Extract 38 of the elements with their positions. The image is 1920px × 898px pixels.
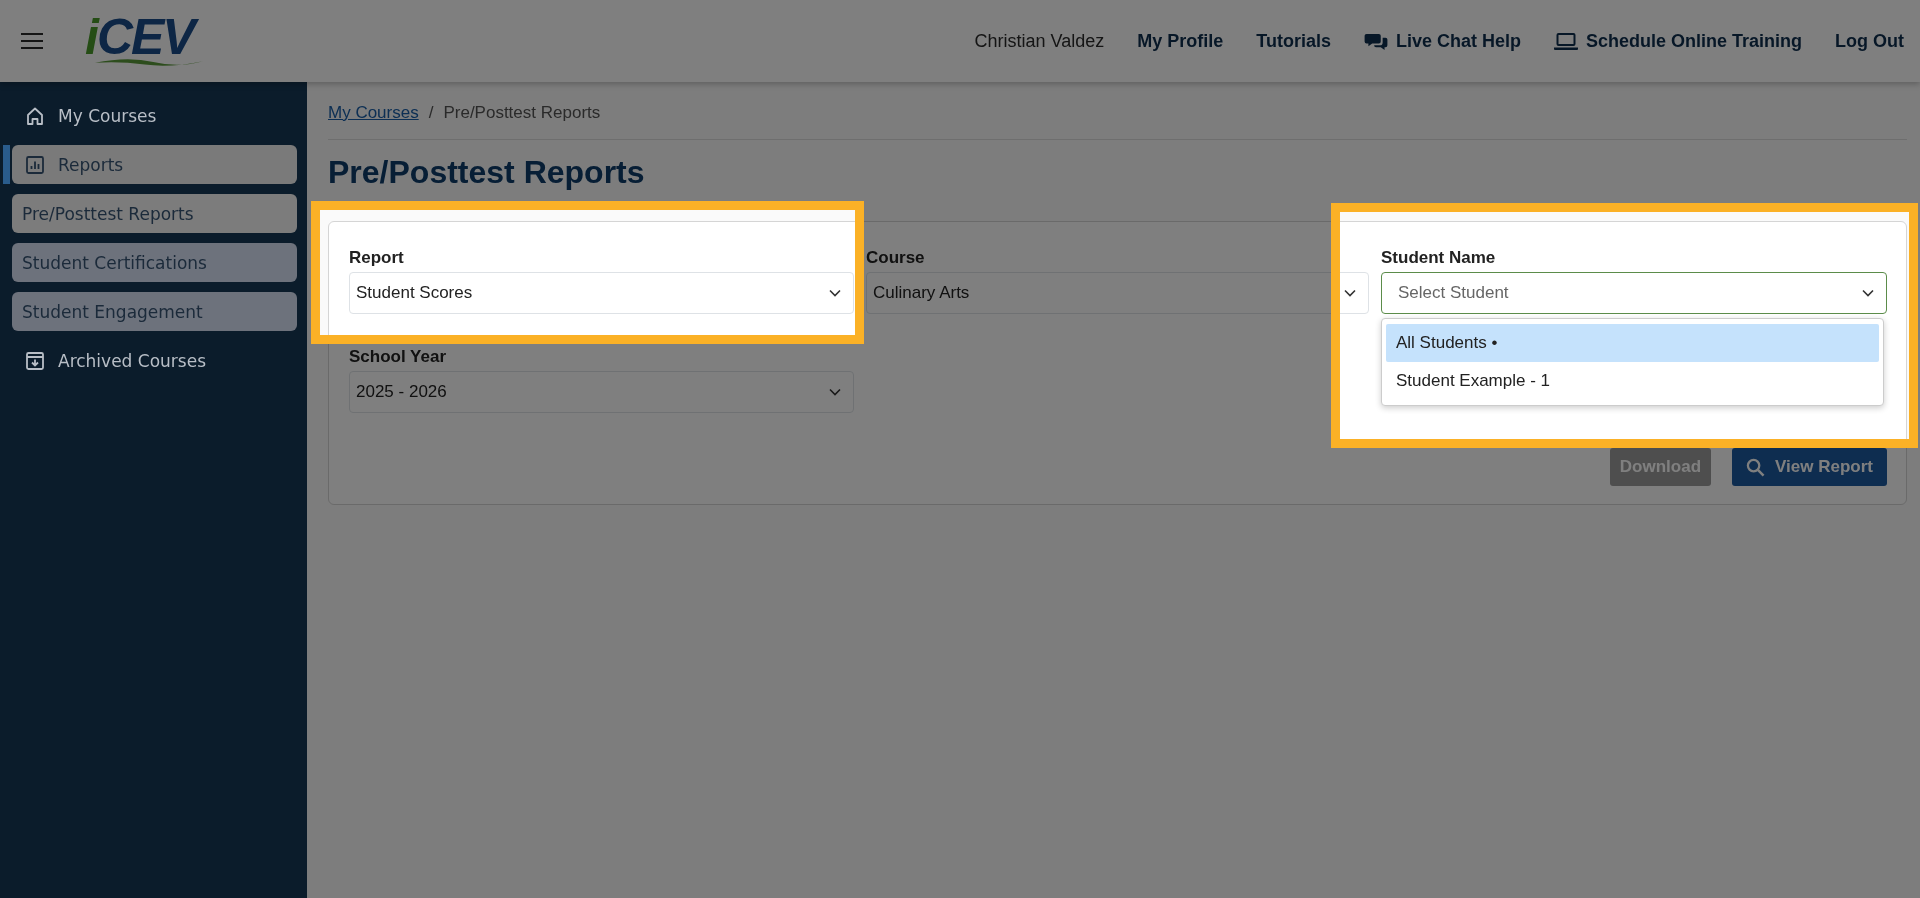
sidebar-subitem[interactable]: Pre/Posttest Reports [12,194,297,233]
nav-link[interactable]: My Profile [1137,30,1224,52]
bar-chart-icon [25,154,45,175]
chat-bubbles-icon [1363,31,1388,51]
nav-link[interactable]: Live Chat Help [1363,30,1521,52]
logo[interactable]: iCEV [85,14,213,68]
dropdown-option[interactable]: All Students • [1386,324,1879,362]
page-title: Pre/Posttest Reports [328,153,646,192]
view-report-button[interactable]: View Report [1732,448,1887,486]
sidebar-item[interactable]: My Courses [12,96,297,135]
sidebar-subitem[interactable]: Student Engagement [12,292,297,331]
chevron-down-icon [829,388,841,396]
breadcrumb-link[interactable]: My Courses [328,102,419,123]
laptop-icon [1553,31,1578,51]
archive-icon [25,350,45,371]
breadcrumb-current: Pre/Posttest Reports [443,102,601,123]
sidebar-subitem[interactable]: Student Certifications [12,243,297,282]
nav-link[interactable]: Log Out [1835,30,1904,52]
field-label: Student Name [1381,248,1497,268]
field-label: Course [866,248,926,268]
user-name: Christian Valdez [974,30,1105,52]
sidebar-item[interactable]: Archived Courses [12,341,297,380]
menu-icon[interactable] [21,33,43,49]
select-field[interactable]: Student Scores [349,272,854,314]
nav-link[interactable]: Schedule Online Training [1553,30,1802,52]
chevron-down-icon [829,289,841,297]
chevron-down-icon [1862,289,1874,297]
select-field[interactable]: 2025 - 2026 [349,371,854,413]
breadcrumb-separator: / [428,102,434,123]
field-label: School Year [349,347,447,367]
field-label: Report [349,248,405,268]
select-field[interactable]: Culinary Arts [866,272,1369,314]
select-field[interactable]: Select Student [1381,272,1887,314]
home-icon [25,105,45,126]
search-icon [1746,457,1766,477]
chevron-down-icon [1344,289,1356,297]
dropdown-option[interactable]: Student Example - 1 [1386,362,1879,400]
nav-link[interactable]: Tutorials [1256,30,1331,52]
